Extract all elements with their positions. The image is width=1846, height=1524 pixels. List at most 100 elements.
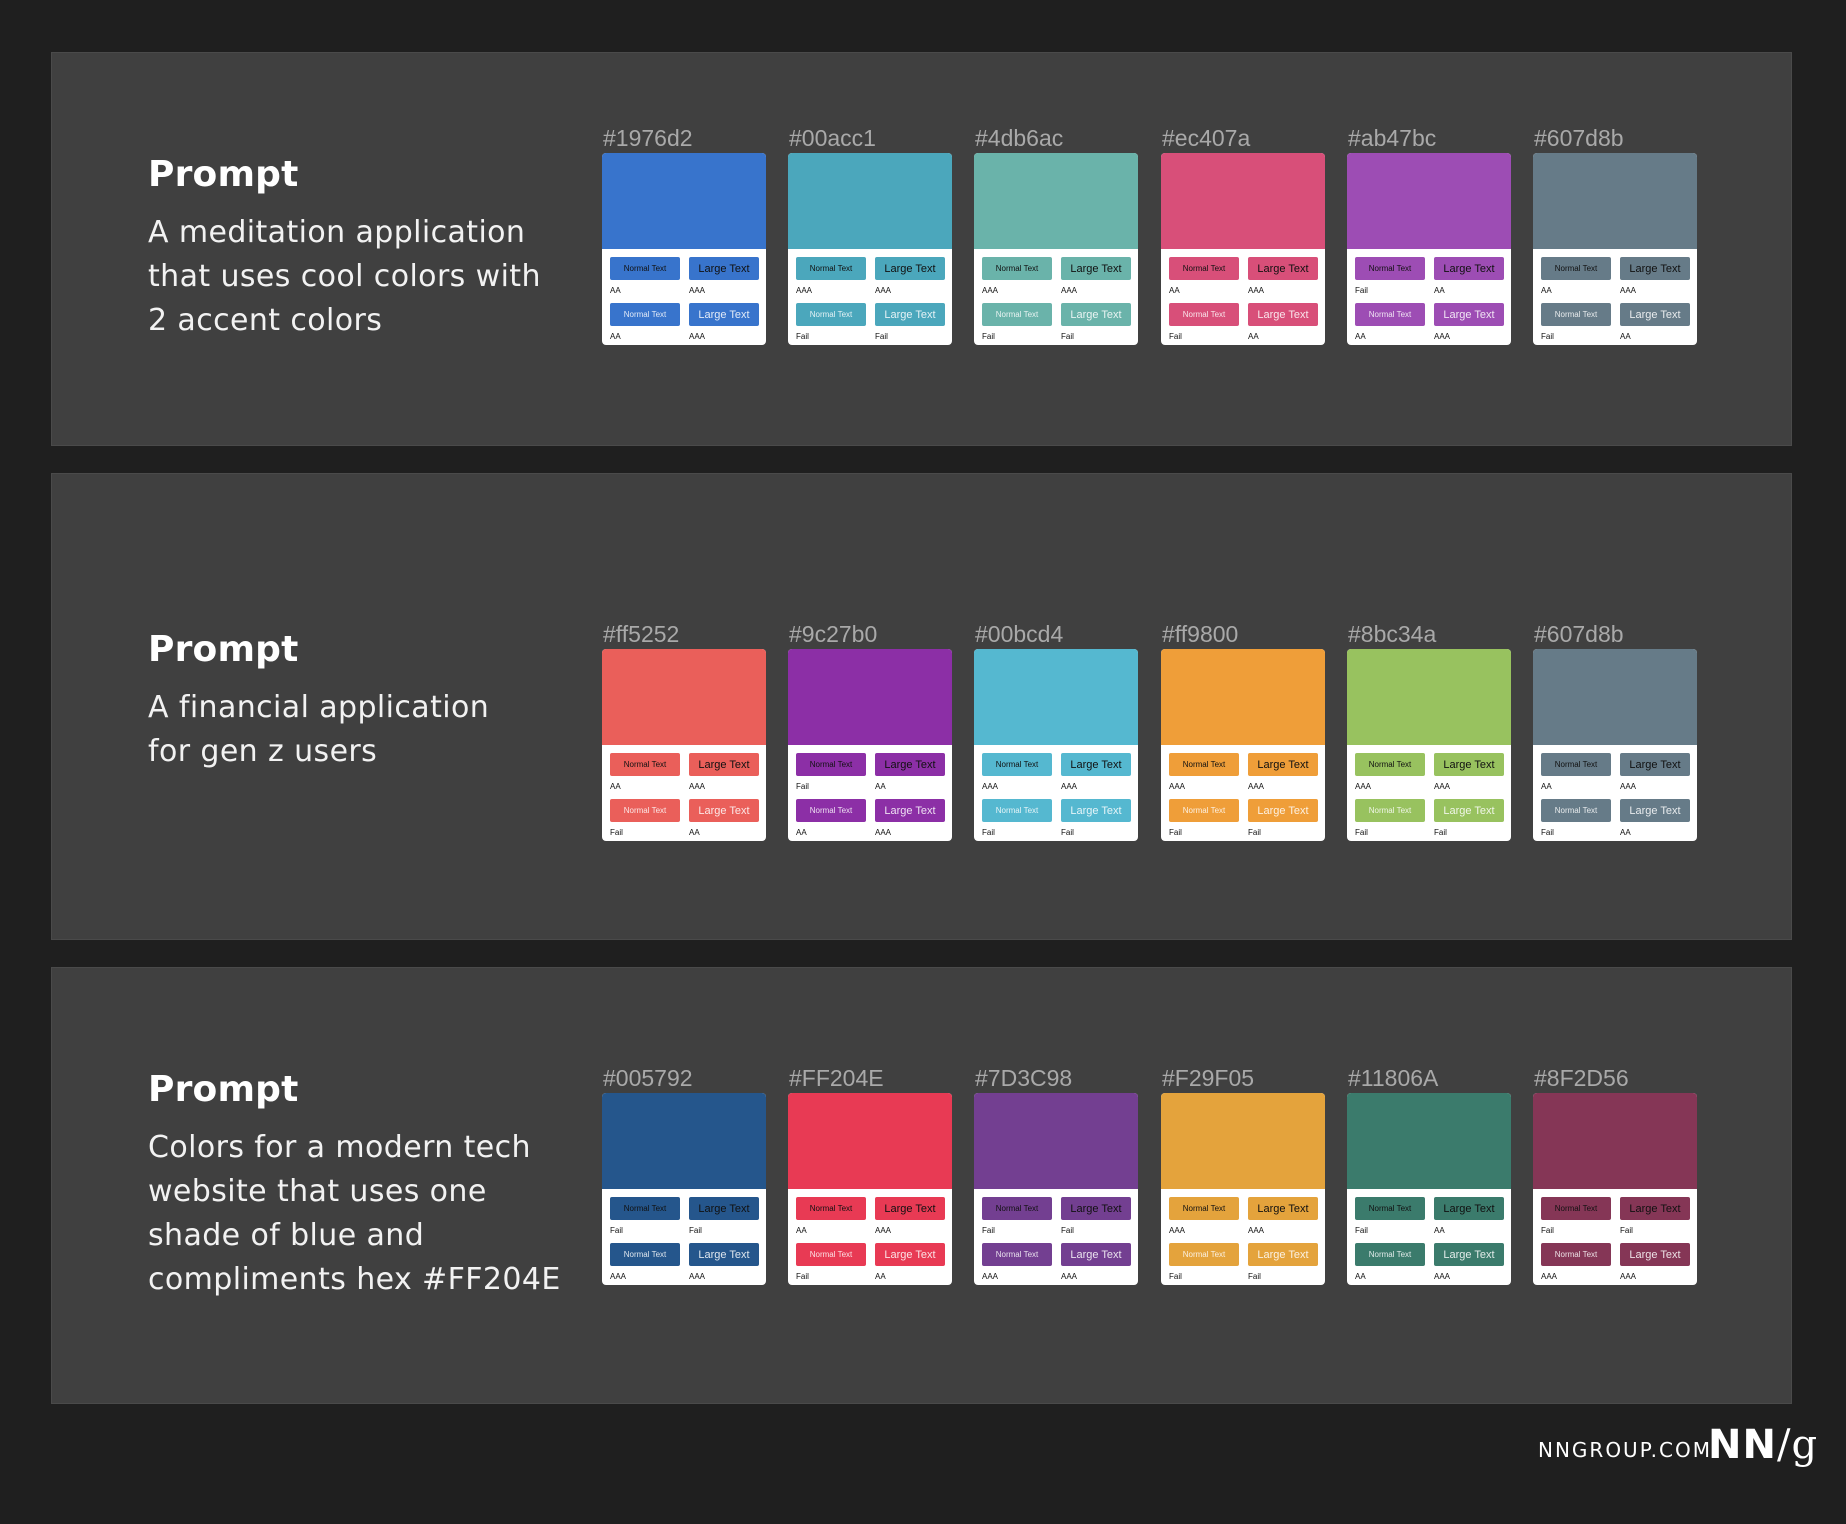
contrast-sample-large-light: Large Text — [1434, 1243, 1504, 1266]
contrast-sample-normal-dark: Normal Text — [982, 1197, 1052, 1220]
contrast-sample-normal-dark: Normal Text — [1169, 753, 1239, 776]
sample-label: Normal Text — [1182, 806, 1226, 815]
color-swatch — [602, 1093, 766, 1189]
sample-label: Large Text — [1629, 308, 1681, 321]
wcag-rating: AAA — [982, 782, 999, 791]
contrast-sample-normal-light: Normal Text — [796, 1243, 866, 1266]
sample-label: Large Text — [1070, 1248, 1122, 1261]
sample-label: Normal Text — [809, 310, 853, 319]
prompt-body: Colors for a modern tech website that us… — [148, 1126, 568, 1302]
swatch-card: Normal Text AA Large Text AAA Normal Text AA L… — [602, 153, 766, 345]
contrast-sample-large-light: Large Text — [875, 303, 945, 326]
logo-slash: / — [1776, 1422, 1792, 1468]
contrast-sample-large-dark: Large Text — [1061, 1197, 1131, 1220]
wcag-rating: AA — [610, 782, 621, 791]
sample-label: Large Text — [1443, 1248, 1495, 1261]
sample-label: Large Text — [1257, 758, 1309, 771]
sample-label: Large Text — [698, 1202, 750, 1215]
contrast-sample-large-dark: Large Text — [1061, 257, 1131, 280]
sample-label: Normal Text — [623, 806, 667, 815]
footer-site-url[interactable]: NNGROUP.COM — [1538, 1438, 1712, 1462]
sample-label: Normal Text — [1554, 264, 1598, 273]
wcag-rating: Fail — [1061, 1226, 1074, 1235]
contrast-sample-large-dark: Large Text — [1620, 753, 1690, 776]
swatch-column: #ff5252 Normal Text AA Large Text AAA Normal … — [602, 619, 766, 841]
color-swatch — [1347, 649, 1511, 745]
sample-label: Normal Text — [1182, 310, 1226, 319]
sample-label: Normal Text — [1368, 310, 1412, 319]
wcag-rating: AAA — [1169, 782, 1186, 791]
prompt-panel-tech-website: Prompt Colors for a modern tech website … — [51, 967, 1792, 1404]
contrast-sample-normal-light: Normal Text — [610, 1243, 680, 1266]
sample-label: Normal Text — [1554, 760, 1598, 769]
sample-label: Large Text — [1629, 1248, 1681, 1261]
swatch-card: Normal Text AAA Large Text AAA Normal Text Fa… — [1347, 649, 1511, 841]
contrast-sample-normal-dark: Normal Text — [982, 257, 1052, 280]
contrast-sample-large-dark: Large Text — [875, 1197, 945, 1220]
wcag-rating: Fail — [610, 828, 623, 837]
contrast-sample-large-dark: Large Text — [1620, 1197, 1690, 1220]
wcag-rating: AAA — [1248, 286, 1265, 295]
swatch-card: Normal Text AA Large Text AAA Normal Text Fai… — [602, 649, 766, 841]
wcag-rating: AAA — [1434, 1272, 1451, 1281]
color-palette: #1976d2 Normal Text AA Large Text AAA Normal … — [602, 123, 1722, 363]
contrast-sample-large-light: Large Text — [689, 799, 759, 822]
prompt-line: shade of blue and — [148, 1218, 425, 1253]
contrast-sample-normal-dark: Normal Text — [610, 753, 680, 776]
contrast-sample-large-dark: Large Text — [1620, 257, 1690, 280]
swatch-column: #11806A Normal Text Fail Large Text AA Normal… — [1347, 1063, 1511, 1285]
contrast-sample-large-dark: Large Text — [1248, 753, 1318, 776]
hex-label: #8bc34a — [1348, 621, 1437, 647]
sample-label: Normal Text — [623, 310, 667, 319]
color-swatch — [788, 153, 952, 249]
prompt-panel-financial: Prompt A financial application for gen z… — [51, 473, 1792, 940]
wcag-rating: AAA — [1169, 1226, 1186, 1235]
sample-label: Large Text — [698, 1248, 750, 1261]
prompt-line: compliments hex #FF204E — [148, 1262, 561, 1297]
contrast-sample-normal-light: Normal Text — [796, 303, 866, 326]
sample-label: Large Text — [1443, 262, 1495, 275]
sample-label: Normal Text — [1182, 1250, 1226, 1259]
swatch-card: Normal Text AAA Large Text AAA Normal Text Fa… — [788, 153, 952, 345]
hex-label: #8F2D56 — [1534, 1065, 1629, 1091]
prompt-block: Prompt A financial application for gen z… — [148, 628, 568, 774]
color-swatch — [1161, 649, 1325, 745]
sample-label: Normal Text — [1368, 1250, 1412, 1259]
wcag-rating: AAA — [689, 1272, 706, 1281]
contrast-sample-normal-light: Normal Text — [982, 1243, 1052, 1266]
sample-label: Normal Text — [809, 264, 853, 273]
wcag-rating: AAA — [1061, 782, 1078, 791]
sample-label: Normal Text — [1368, 760, 1412, 769]
wcag-rating: AAA — [689, 286, 706, 295]
contrast-sample-large-light: Large Text — [875, 799, 945, 822]
prompt-line: Colors for a modern tech — [148, 1130, 531, 1165]
swatch-column: #ab47bc Normal Text Fail Large Text AA Normal… — [1347, 123, 1511, 345]
wcag-rating: AAA — [1434, 782, 1451, 791]
wcag-rating: AA — [1434, 286, 1445, 295]
sample-label: Large Text — [1443, 804, 1495, 817]
color-swatch — [788, 1093, 952, 1189]
sample-label: Large Text — [884, 804, 936, 817]
swatch-column: #ff9800 Normal Text AAA Large Text AAA Normal… — [1161, 619, 1325, 841]
wcag-rating: Fail — [982, 332, 995, 341]
contrast-sample-normal-light: Normal Text — [1541, 1243, 1611, 1266]
color-swatch — [1533, 1093, 1697, 1189]
sample-label: Large Text — [1257, 1248, 1309, 1261]
swatch-card: Normal Text Fail Large Text AA Normal Text AA… — [788, 649, 952, 841]
hex-label: #11806A — [1348, 1065, 1439, 1091]
logo-g: g — [1791, 1422, 1819, 1468]
hex-label: #00acc1 — [789, 125, 876, 151]
hex-label: #00bcd4 — [975, 621, 1064, 647]
prompt-line: website that uses one — [148, 1174, 487, 1209]
wcag-rating: AA — [1620, 332, 1631, 341]
swatch-card: Normal Text AAA Large Text AAA Normal Text Fa… — [1161, 649, 1325, 841]
sample-label: Large Text — [1257, 804, 1309, 817]
contrast-sample-normal-light: Normal Text — [1169, 303, 1239, 326]
wcag-rating: Fail — [1061, 332, 1074, 341]
wcag-rating: Fail — [1355, 828, 1368, 837]
sample-label: Normal Text — [809, 806, 853, 815]
prompt-panel-meditation: Prompt A meditation application that use… — [51, 52, 1792, 446]
sample-label: Normal Text — [623, 1250, 667, 1259]
sample-label: Normal Text — [995, 1250, 1039, 1259]
contrast-sample-normal-light: Normal Text — [982, 303, 1052, 326]
